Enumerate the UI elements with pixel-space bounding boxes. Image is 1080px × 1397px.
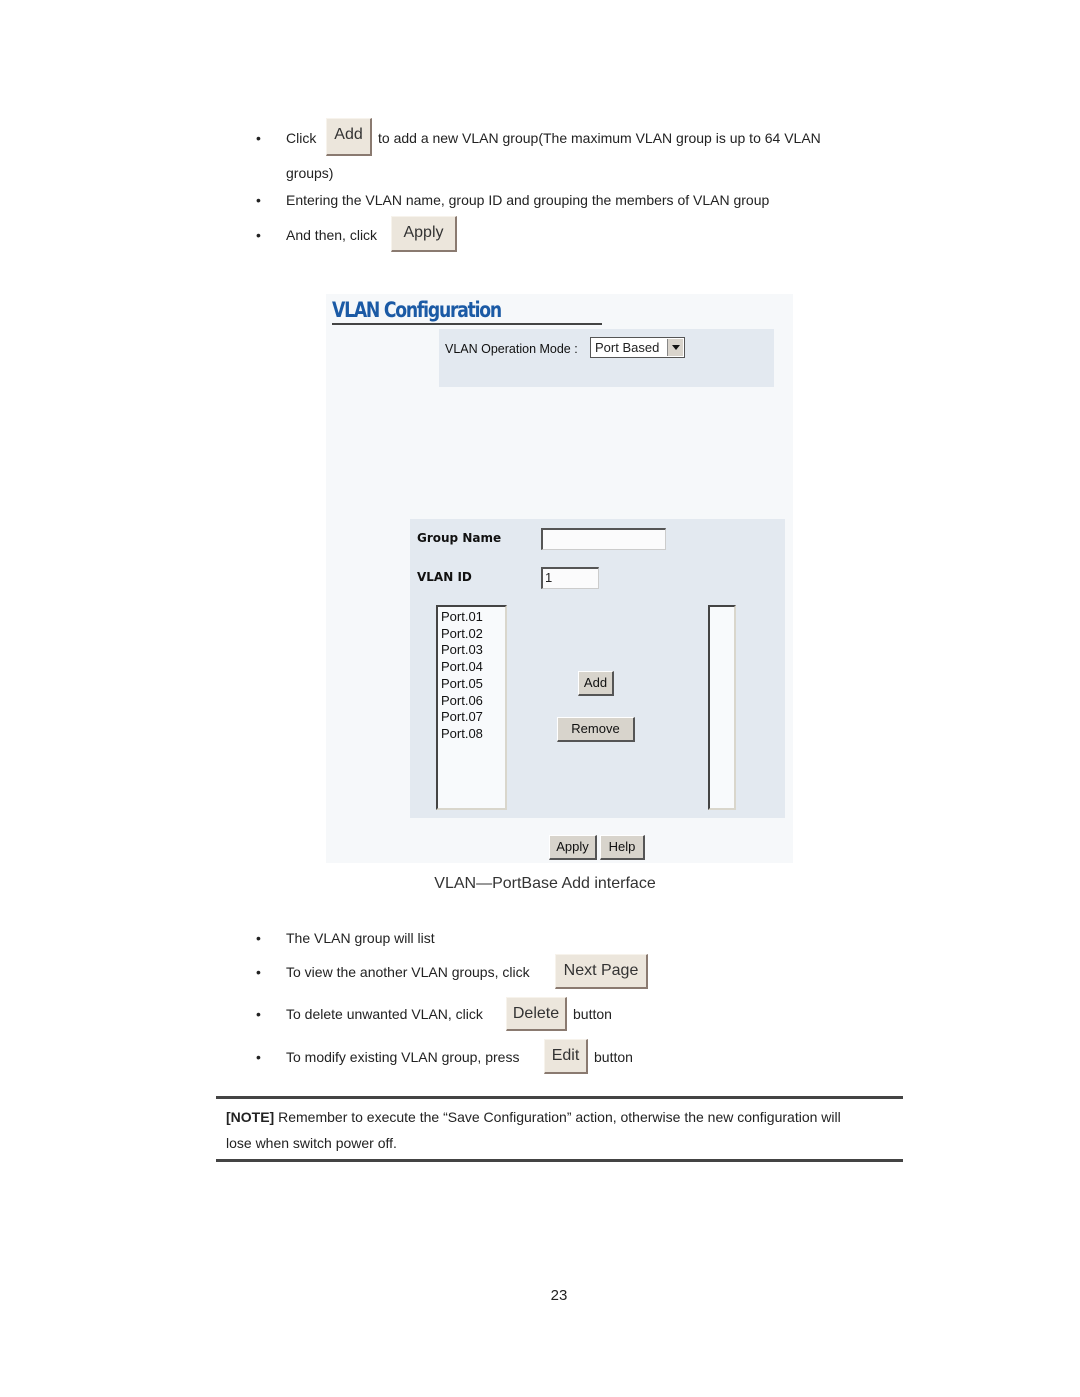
port-option[interactable]: Port.08 — [438, 726, 505, 743]
next-page-button-illustration[interactable]: Next Page — [555, 954, 648, 989]
bullet-marker: • — [256, 227, 261, 243]
page-title: VLAN Configuration — [332, 298, 502, 322]
help-button[interactable]: Help — [600, 835, 645, 860]
note-line-1: [NOTE] Remember to execute the “Save Con… — [226, 1109, 841, 1125]
note-line-2: lose when switch power off. — [226, 1135, 397, 1151]
bullet-text: Click — [286, 130, 317, 146]
vlan-id-input[interactable]: 1 — [541, 567, 599, 589]
edit-button-illustration[interactable]: Edit — [544, 1039, 588, 1074]
apply-button-illustration[interactable]: Apply — [391, 216, 457, 252]
bullet-text: to add a new VLAN group(The maximum VLAN… — [378, 130, 821, 146]
bullet-marker: • — [256, 130, 261, 146]
apply-button[interactable]: Apply — [549, 835, 597, 860]
note-text: Remember to execute the “Save Configurat… — [274, 1109, 841, 1125]
vlan-configuration-screenshot: VLAN Configuration VLAN Operation Mode :… — [326, 294, 793, 863]
group-name-label: Group Name — [417, 531, 502, 545]
bullet-text: And then, click — [286, 227, 378, 243]
bullet-marker: • — [256, 192, 261, 208]
bullet-marker: • — [256, 1006, 261, 1022]
bullet-text: To modify existing VLAN group, press — [286, 1049, 520, 1065]
member-ports-list[interactable] — [708, 605, 736, 810]
bullet-marker: • — [256, 964, 261, 980]
port-option[interactable]: Port.01 — [438, 609, 505, 626]
delete-button-illustration[interactable]: Delete — [506, 997, 567, 1031]
bullet-text: To delete unwanted VLAN, click — [286, 1006, 483, 1022]
bullet-text: To view the another VLAN groups, click — [286, 964, 530, 980]
port-option[interactable]: Port.05 — [438, 676, 505, 693]
vlan-id-label: VLAN ID — [417, 570, 472, 584]
group-settings-section: Group Name VLAN ID 1 Port.01 Port.02 Port.… — [410, 519, 785, 818]
operation-mode-label: VLAN Operation Mode : — [445, 342, 578, 356]
note-bottom-rule — [216, 1159, 903, 1162]
add-button-illustration[interactable]: Add — [326, 118, 372, 156]
note-top-rule — [216, 1096, 903, 1099]
figure-caption: VLAN—PortBase Add interface — [434, 875, 656, 892]
operation-mode-select[interactable]: Port Based — [590, 337, 685, 358]
operation-mode-section: VLAN Operation Mode : Port Based — [439, 329, 774, 387]
bullet-text-wrap: groups) — [286, 165, 334, 181]
group-name-input[interactable] — [541, 528, 666, 550]
bullet-text: button — [573, 1006, 612, 1022]
port-option[interactable]: Port.04 — [438, 659, 505, 676]
available-ports-list[interactable]: Port.01 Port.02 Port.03 Port.04 Port.05 Port.… — [436, 605, 507, 810]
bullet-text: button — [594, 1049, 633, 1065]
bullet-text: The VLAN group will list — [286, 930, 435, 946]
port-option[interactable]: Port.06 — [438, 693, 505, 710]
page-number: 23 — [550, 1287, 568, 1304]
port-option[interactable]: Port.02 — [438, 626, 505, 643]
note-tag: [NOTE] — [226, 1109, 275, 1125]
operation-mode-value: Port Based — [595, 340, 660, 355]
bullet-marker: • — [256, 930, 261, 946]
chevron-down-icon[interactable] — [667, 339, 683, 356]
port-option[interactable]: Port.07 — [438, 709, 505, 726]
remove-port-button[interactable]: Remove — [557, 717, 635, 742]
port-option[interactable]: Port.03 — [438, 642, 505, 659]
bullet-text: Entering the VLAN name, group ID and gro… — [286, 192, 770, 208]
bullet-marker: • — [256, 1049, 261, 1065]
title-underline — [332, 323, 602, 325]
add-port-button[interactable]: Add — [578, 671, 614, 696]
